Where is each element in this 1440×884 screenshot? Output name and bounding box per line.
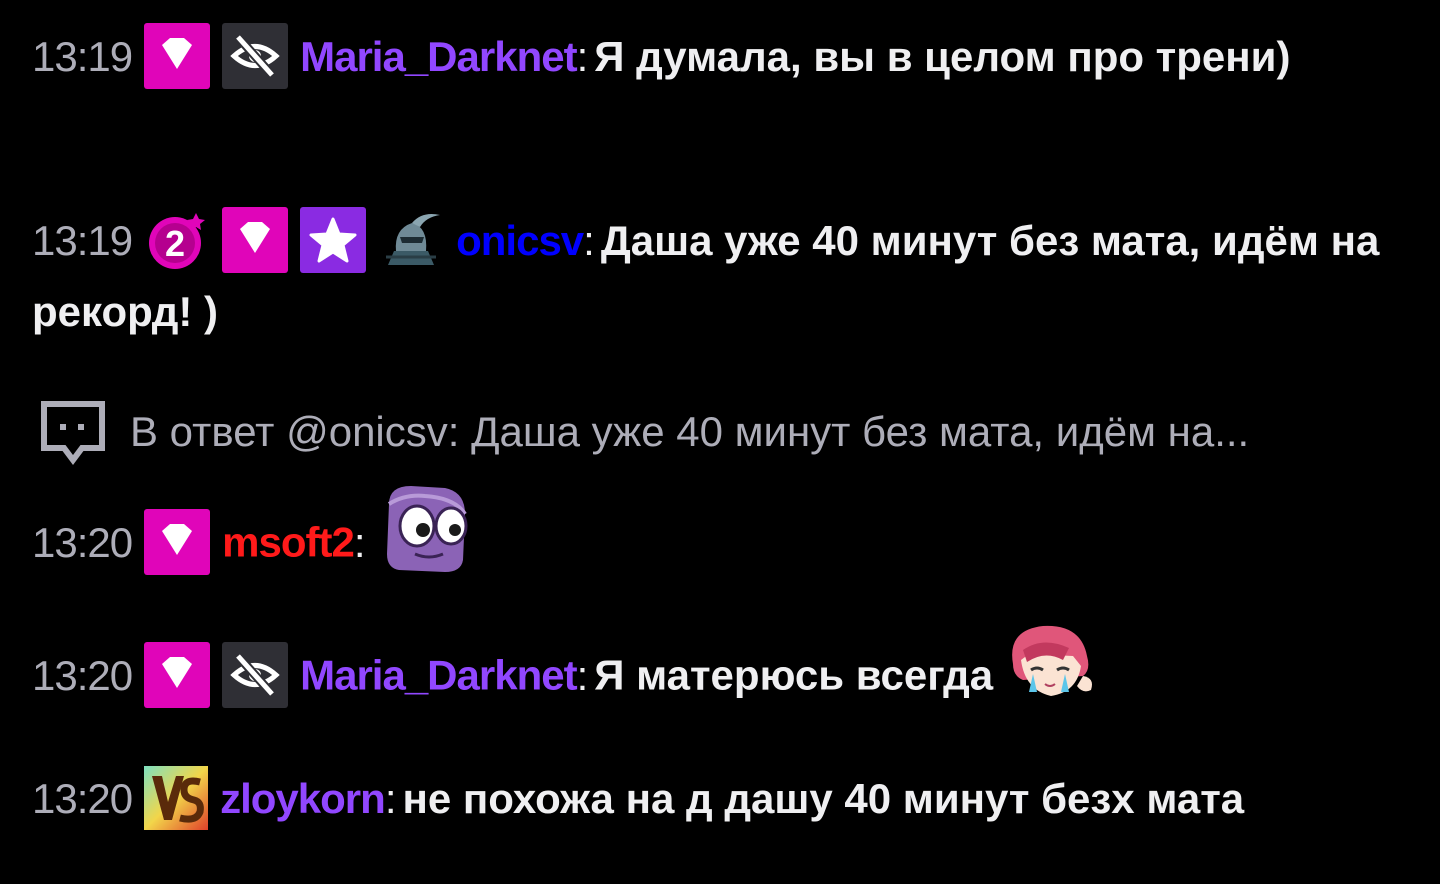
prime-gem-badge-icon[interactable] [144,22,211,89]
star-badge-icon[interactable] [300,206,367,273]
username-colon: : [576,33,589,80]
message-timestamp: 13:20 [32,518,133,566]
reply-prefix: В ответ [130,408,275,456]
reply-text: Даша уже 40 минут без мата, идём на... [471,408,1250,456]
reply-bubble-icon [38,396,108,472]
message-timestamp: 13:19 [32,33,133,80]
message-timestamp: 13:20 [32,651,133,699]
chat-message[interactable]: 13:19 2 onicsv: Даша уже 40 минут без мата,… [32,206,1422,347]
chat-message[interactable]: 13:19 Maria_Darknet: Я думала, вы в целом … [32,22,1422,93]
message-text: не похожа на д дашу 40 минут безх мата [402,775,1245,822]
knight-avatar-badge-icon[interactable] [378,207,444,273]
username-colon: : [353,518,366,566]
vs-badge-icon[interactable] [144,765,209,830]
message-timestamp: 13:20 [32,775,133,822]
message-timestamp: 13:19 [32,217,133,264]
username[interactable]: msoft2 [222,519,355,566]
username[interactable]: onicsv [456,217,584,264]
chat-message[interactable]: 13:20 msoft2: [32,486,1422,601]
prime-gem-badge-icon[interactable] [144,641,211,708]
no-eye-badge-icon[interactable] [222,22,289,89]
prime-gem-badge-icon[interactable] [144,508,211,575]
username[interactable]: Maria_Darknet [300,652,577,699]
prime-gem-badge-icon[interactable] [222,206,289,273]
reply-mention[interactable]: @onicsv: [286,408,459,455]
no-eye-badge-icon[interactable] [222,641,289,708]
message-text: Я матерюсь всегда [594,651,994,699]
chat-message[interactable]: 13:20 zloykorn: не похожа на д дашу 40 мин… [32,764,1422,834]
username-colon: : [384,775,397,822]
sub-gift-count: 2 [165,223,185,264]
reply-context[interactable]: В ответ @onicsv: Даша уже 40 минут без м… [38,392,1418,472]
chat-log: 13:19 Maria_Darknet: Я думала, вы в целом … [0,0,1440,884]
chat-message[interactable]: 13:20 Maria_Darknet: Я матерюсь всегда [32,625,1422,731]
username[interactable]: Maria_Darknet [300,33,577,80]
username-colon: : [583,217,595,264]
purple-face-emote-icon[interactable] [385,484,473,595]
crying-pink-hair-emote-icon[interactable] [1003,620,1097,725]
message-text: Я думала, вы в целом про трени) [594,33,1291,80]
username-colon: : [576,651,589,699]
username[interactable]: zloykorn [220,775,386,822]
sub-gift-badge-icon[interactable]: 2 [144,207,210,273]
